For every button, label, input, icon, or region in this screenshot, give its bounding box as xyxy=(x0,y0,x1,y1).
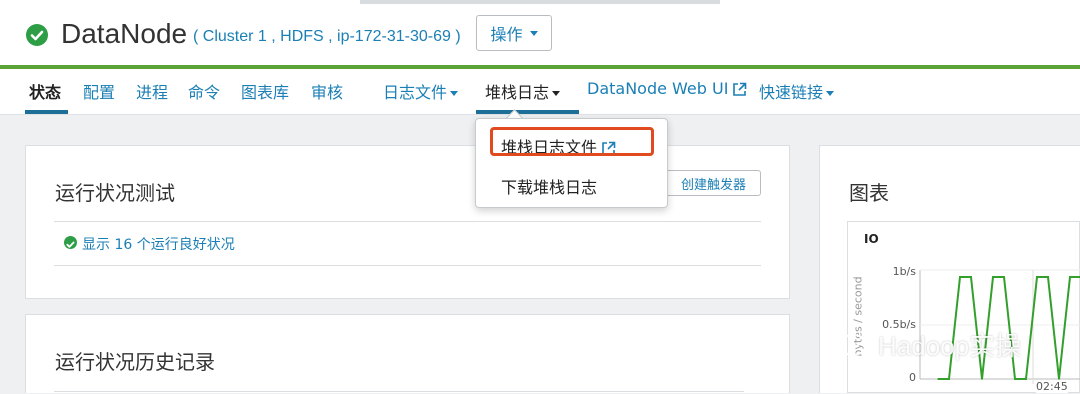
health-history-panel: 运行状况历史记录 xyxy=(25,314,790,393)
actions-button[interactable]: 操作 xyxy=(476,15,552,51)
io-data-point xyxy=(1036,276,1038,278)
download-stack-logs-item[interactable]: 下载堆栈日志 xyxy=(501,174,597,198)
external-link-icon xyxy=(733,82,747,96)
divider xyxy=(54,265,761,266)
chevron-down-icon xyxy=(450,91,459,96)
health-tests-panel: 运行状况测试 显示 16 个运行良好状况 xyxy=(25,145,790,299)
actions-button-label: 操作 xyxy=(490,25,523,44)
tab-log-files-label: 日志文件 xyxy=(383,83,448,102)
healthy-tests-link[interactable]: 显示 16 个运行良好状况 xyxy=(82,234,235,254)
io-chart[interactable]: IO bytes / second 1b/s 0.5b/s 0 02:45 xyxy=(847,221,1080,393)
active-tab-indicator xyxy=(25,110,68,114)
charts-title: 图表 xyxy=(849,181,889,205)
tab-quick-links[interactable]: 快速链接 xyxy=(759,79,835,103)
tab-stack-logs[interactable]: 堆栈日志 xyxy=(485,79,561,103)
chevron-down-icon xyxy=(826,91,835,96)
x-tick-label: 02:45 xyxy=(1036,380,1068,393)
top-strip-segment xyxy=(360,0,720,4)
header: DataNode ( Cluster 1 , HDFS , ip-172-31-… xyxy=(0,5,1080,65)
tab-stack-logs-label: 堆栈日志 xyxy=(485,83,550,102)
tab-configuration[interactable]: 配置 xyxy=(83,79,115,103)
chevron-down-icon xyxy=(552,91,561,96)
open-tab-indicator xyxy=(476,110,579,114)
good-health-icon xyxy=(26,24,48,46)
check-circle-icon xyxy=(64,236,77,249)
tab-status[interactable]: 状态 xyxy=(29,79,61,103)
tab-chart-library[interactable]: 图表库 xyxy=(241,79,289,103)
create-trigger-button[interactable]: 创建触发器 xyxy=(666,170,761,196)
tab-bar: 状态 配置 进程 命令 图表库 审核 日志文件 堆栈日志 DataNode We… xyxy=(0,69,1080,115)
io-data-point xyxy=(959,276,961,278)
io-data-point xyxy=(1014,378,1016,380)
io-data-point xyxy=(1003,276,1005,278)
io-data-point xyxy=(937,378,939,380)
tab-processes[interactable]: 进程 xyxy=(136,79,168,103)
divider xyxy=(54,391,744,392)
io-plot xyxy=(919,269,1080,384)
health-tests-title: 运行状况测试 xyxy=(55,181,175,205)
tab-datanode-web-ui-label: DataNode Web UI xyxy=(587,79,729,98)
tab-datanode-web-ui[interactable]: DataNode Web UI xyxy=(587,79,747,98)
io-data-point xyxy=(1069,276,1071,278)
page-title: DataNode xyxy=(61,18,188,49)
watermark-text: Hadoop实操 xyxy=(878,331,1022,361)
io-data-point xyxy=(970,276,972,278)
wechat-icon xyxy=(839,334,876,362)
watermark: Hadoop实操 xyxy=(838,326,1021,364)
tab-commands[interactable]: 命令 xyxy=(188,79,220,103)
service-breadcrumb[interactable]: ( Cluster 1 , HDFS , ip-172-31-30-69 ) xyxy=(193,28,461,46)
io-data-point xyxy=(1047,276,1049,278)
io-data-point xyxy=(948,378,950,380)
io-data-point xyxy=(981,378,983,380)
health-history-title: 运行状况历史记录 xyxy=(55,350,215,374)
divider xyxy=(54,221,761,222)
tab-audits[interactable]: 审核 xyxy=(311,79,343,103)
io-data-point xyxy=(992,276,994,278)
tab-log-files[interactable]: 日志文件 xyxy=(383,79,459,103)
io-data-point xyxy=(1025,378,1027,380)
chevron-down-icon xyxy=(529,30,538,36)
tab-quick-links-label: 快速链接 xyxy=(759,83,824,102)
highlight-annotation xyxy=(490,127,654,156)
